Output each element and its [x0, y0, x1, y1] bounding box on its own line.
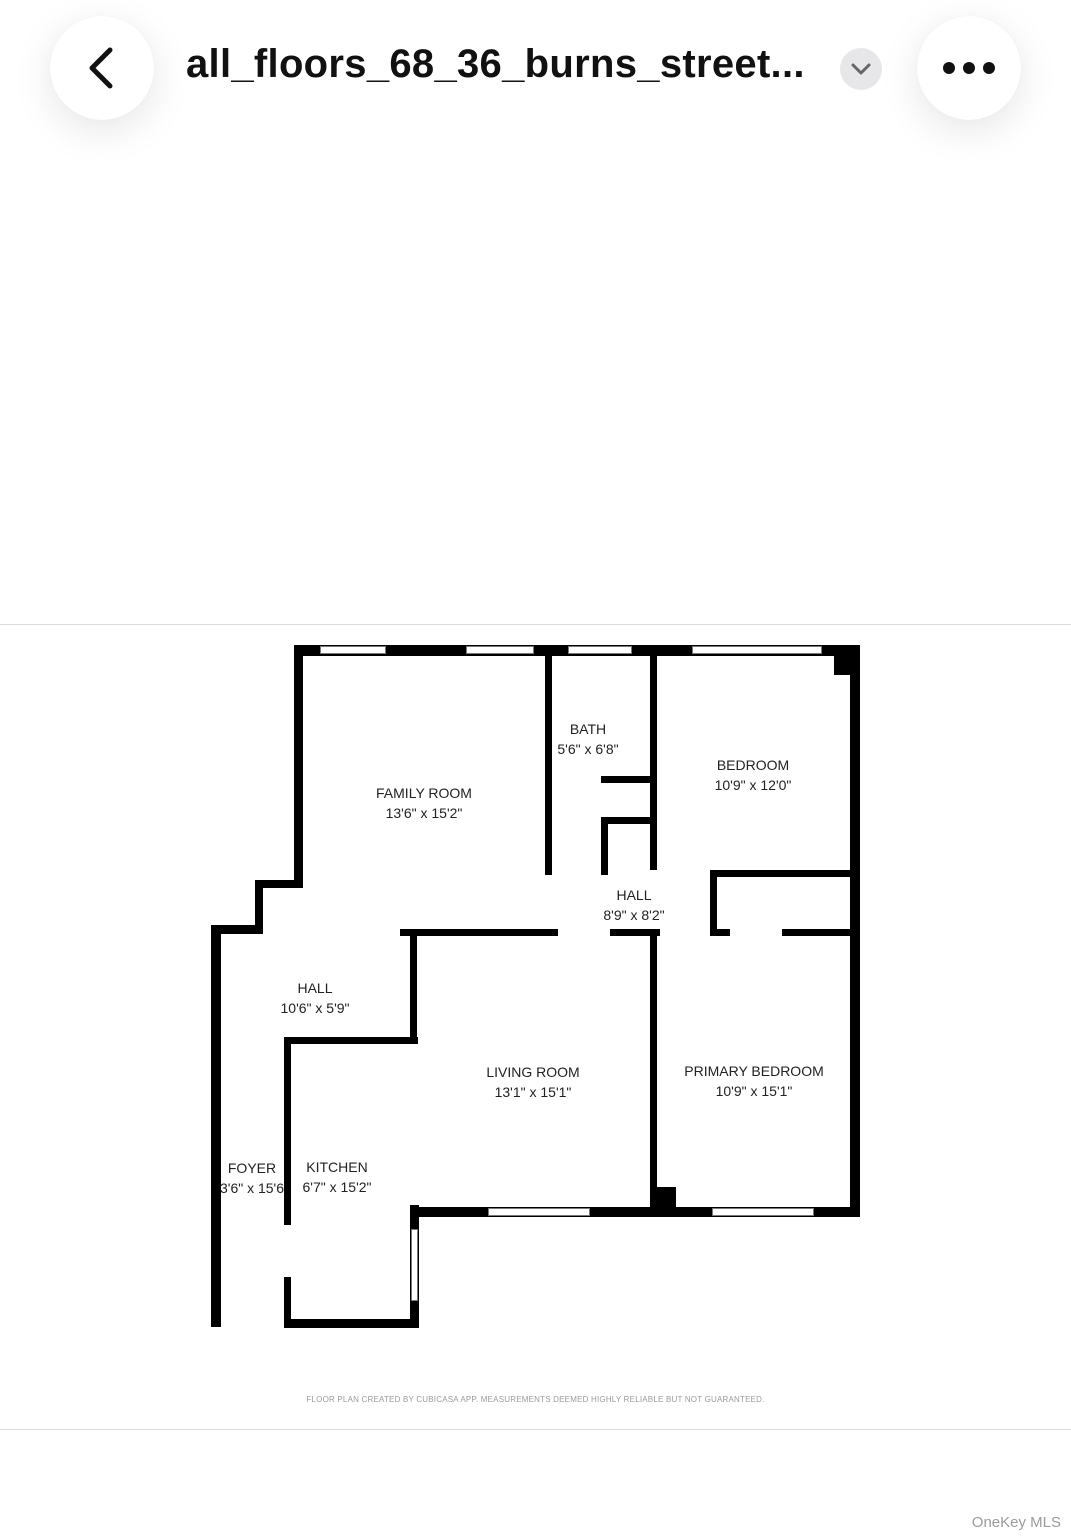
doorway — [222, 1319, 284, 1328]
chevron-down-icon — [851, 63, 871, 75]
wall — [834, 645, 860, 675]
wall — [650, 1187, 676, 1215]
window — [712, 1208, 814, 1216]
wall — [601, 817, 657, 824]
room-bedroom: BEDROOM 10'9" x 12'0" — [714, 757, 792, 793]
floor-plan-image: FAMILY ROOM 13'6" x 15'2" BATH 5'6" x 6'8"… — [0, 624, 1071, 1430]
back-button[interactable] — [50, 16, 154, 120]
floor-plan-credit: FLOOR PLAN CREATED BY CUBICASA APP. MEAS… — [306, 1395, 765, 1404]
viewer-header: all_floors_68_36_burns_street... — [0, 0, 1071, 180]
room-kitchen: KITCHEN 6'7" x 15'2" — [302, 1159, 372, 1195]
wall — [650, 929, 657, 1214]
wall — [410, 929, 417, 1044]
wall — [294, 645, 303, 885]
wall — [710, 870, 717, 936]
window — [466, 646, 534, 654]
wall — [284, 1037, 418, 1044]
room-family-room: FAMILY ROOM 13'6" x 15'2" — [376, 785, 472, 821]
room-primary-bedroom: PRIMARY BEDROOM 10'9" x 15'1" — [684, 1063, 824, 1099]
wall — [545, 645, 552, 875]
wall — [284, 1319, 419, 1328]
file-title: all_floors_68_36_burns_street... — [186, 42, 805, 86]
doorway — [545, 875, 552, 925]
room-living-room: LIVING ROOM 13'1" x 15'1" — [486, 1064, 580, 1100]
window — [320, 646, 386, 654]
wall — [650, 645, 657, 870]
room-hall-center: HALL 8'9" x 8'2" — [603, 887, 665, 923]
wall — [400, 929, 860, 936]
doorway — [660, 929, 710, 936]
mls-watermark: OneKey MLS — [971, 1514, 1061, 1531]
window — [692, 646, 822, 654]
wall — [601, 817, 608, 875]
room-hall-entry: HALL 10'6" x 5'9" — [280, 980, 350, 1016]
room-foyer: FOYER 3'6" x 15'6 — [219, 1160, 285, 1196]
more-options-button[interactable] — [917, 16, 1021, 120]
wall — [255, 880, 263, 928]
chevron-left-icon — [89, 47, 113, 89]
doorway — [264, 926, 400, 934]
window — [411, 1229, 418, 1301]
title-dropdown-button[interactable] — [840, 48, 882, 90]
more-horizontal-icon — [943, 62, 995, 74]
room-bath: BATH 5'6" x 6'8" — [557, 721, 619, 757]
doorway — [730, 929, 782, 936]
wall — [710, 870, 860, 877]
wall — [601, 776, 657, 783]
doorway — [558, 929, 610, 936]
window — [488, 1208, 590, 1216]
doorway — [284, 1225, 291, 1277]
window — [568, 646, 632, 654]
wall — [284, 1037, 291, 1327]
wall — [211, 925, 221, 1327]
